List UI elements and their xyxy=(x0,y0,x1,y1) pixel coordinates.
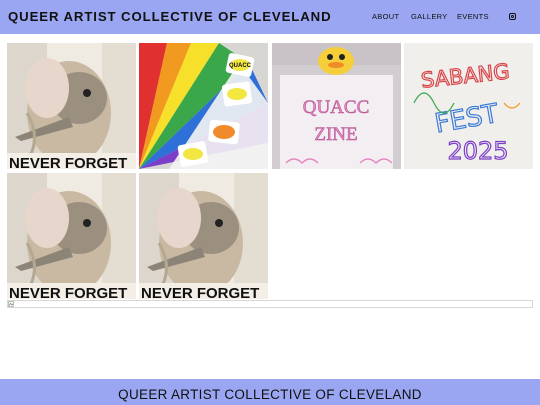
gallery-item-never-forget[interactable]: NEVER FORGET xyxy=(7,43,136,169)
sabang-fest-image: SABANG FEST 2025 xyxy=(404,43,533,169)
never-forget-image: NEVER FORGET xyxy=(7,43,136,169)
zine-title-line2: ZINE xyxy=(314,124,357,145)
quacc-zine-image: QUACC ZINE xyxy=(272,43,401,169)
gallery-item-rainbow-fan[interactable]: QUACC xyxy=(139,43,268,169)
footer-title: QUEER ARTIST COLLECTIVE OF CLEVELAND xyxy=(118,387,422,402)
never-forget-caption: NEVER FORGET xyxy=(9,155,127,169)
nav-gallery[interactable]: GALLERY xyxy=(411,12,448,21)
gallery-item-never-forget[interactable]: NEVER FORGET xyxy=(139,173,268,299)
broken-image-placeholder xyxy=(7,300,533,308)
gallery-item-sabang-fest[interactable]: SABANG FEST 2025 xyxy=(404,43,533,169)
never-forget-caption: NEVER FORGET xyxy=(9,285,127,299)
sticker-text: QUACC xyxy=(229,63,252,69)
main-nav: ABOUT GALLERY EVENTS xyxy=(0,12,540,24)
fest-year: 2025 xyxy=(447,137,508,165)
gallery-item-quacc-zine[interactable]: QUACC ZINE xyxy=(272,43,401,169)
never-forget-caption: NEVER FORGET xyxy=(141,285,259,299)
never-forget-image: NEVER FORGET xyxy=(139,173,268,299)
site-header: QUEER ARTIST COLLECTIVE OF CLEVELAND ABO… xyxy=(0,0,540,34)
nav-about[interactable]: ABOUT xyxy=(372,12,399,21)
never-forget-image: NEVER FORGET xyxy=(7,173,136,299)
gallery-item-never-forget[interactable]: NEVER FORGET xyxy=(7,173,136,299)
rainbow-fan-image: QUACC xyxy=(139,43,268,169)
nav-events[interactable]: EVENTS xyxy=(457,12,489,21)
site-footer: QUEER ARTIST COLLECTIVE OF CLEVELAND xyxy=(0,379,540,405)
broken-image-icon xyxy=(8,301,14,307)
zine-title-line1: QUACC xyxy=(303,97,370,118)
instagram-icon[interactable] xyxy=(509,13,516,20)
